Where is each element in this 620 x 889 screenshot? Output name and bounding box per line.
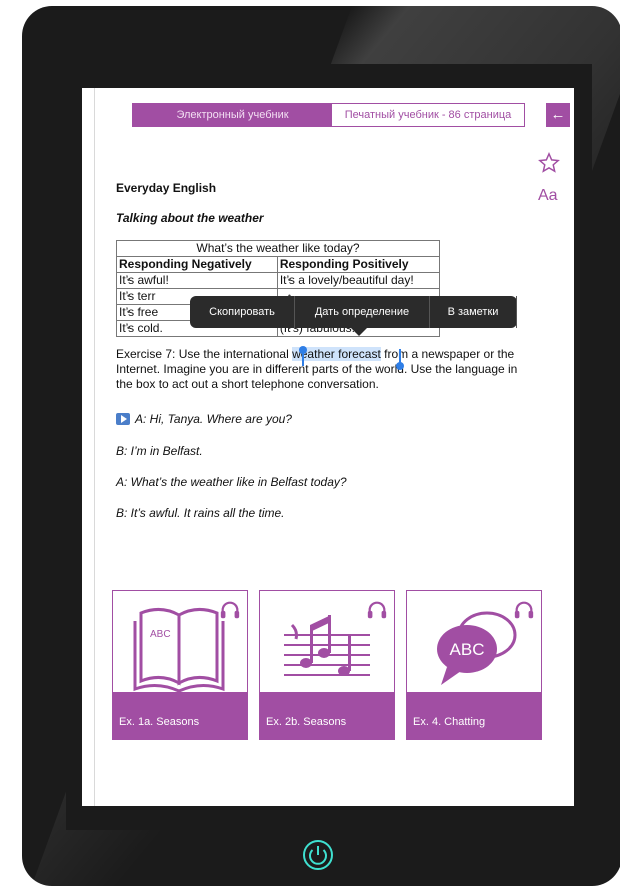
book-abc-text: ABC [150,629,171,640]
exercise-text[interactable]: Exercise 7: Use the international weathe… [116,347,526,392]
textbook-page: Электронный учебник Печатный учебник - 8… [82,88,574,806]
selection-start-handle[interactable] [299,346,307,366]
negative-phrase: It’s awful! [116,272,278,289]
headphones-icon[interactable] [366,599,388,621]
textbook-tabs: Электронный учебник Печатный учебник - 8… [132,103,525,127]
exercise-card-seasons-1a[interactable]: ABC Ex. 1a. Seasons [112,590,248,740]
define-button[interactable]: Дать определение [295,296,430,328]
copy-button[interactable]: Скопировать [190,296,295,328]
table-caption: What’s the weather like today? [116,240,440,257]
table-row: It’s awful! It’s a lovely/beautiful day! [116,272,441,289]
exercise-text-start: Exercise 7: Use the international [116,347,293,361]
dialogue-line: A: What’s the weather like in Belfast to… [116,475,347,489]
tab-printed[interactable]: Печатный учебник - 86 страница [332,104,524,126]
dialogue-line: B: It’s awful. It rains all the time. [116,506,285,520]
power-icon[interactable] [301,838,335,872]
dialogue-line: B: I’m in Belfast. [116,444,203,458]
section-subtitle: Talking about the weather [116,211,264,225]
section-title: Everyday English [116,181,217,195]
chat-abc-text: ABC [450,640,485,659]
play-icon[interactable] [116,413,130,425]
exercise-card-seasons-2b[interactable]: Ex. 2b. Seasons [259,590,395,740]
positive-phrase: It’s a lovely/beautiful day! [276,272,441,289]
headphones-icon[interactable] [219,599,241,621]
dialogue-text: A: Hi, Tanya. Where are you? [135,412,292,426]
add-to-notes-button[interactable]: В заметки [430,296,517,328]
card-label: Ex. 1a. Seasons [113,692,247,739]
star-icon[interactable] [538,152,560,174]
menu-pointer [351,328,367,336]
exercise-card-chatting[interactable]: ABC Ex. 4. Chatting [406,590,542,740]
headphones-icon[interactable] [513,599,535,621]
font-size-icon[interactable]: Aa [538,187,558,205]
tab-electronic[interactable]: Электронный учебник [133,104,332,126]
card-label: Ex. 4. Chatting [407,692,541,739]
back-arrow-icon[interactable]: ← [546,103,570,127]
selection-end-handle[interactable] [396,349,404,370]
column-header-negative: Responding Negatively [116,256,278,273]
dialogue-line: A: Hi, Tanya. Where are you? [116,412,292,426]
column-header-positive: Responding Positively [276,256,441,273]
text-context-menu: Скопировать Дать определение В заметки [190,296,517,336]
page-margin-line [94,88,95,806]
card-label: Ex. 2b. Seasons [260,692,394,739]
